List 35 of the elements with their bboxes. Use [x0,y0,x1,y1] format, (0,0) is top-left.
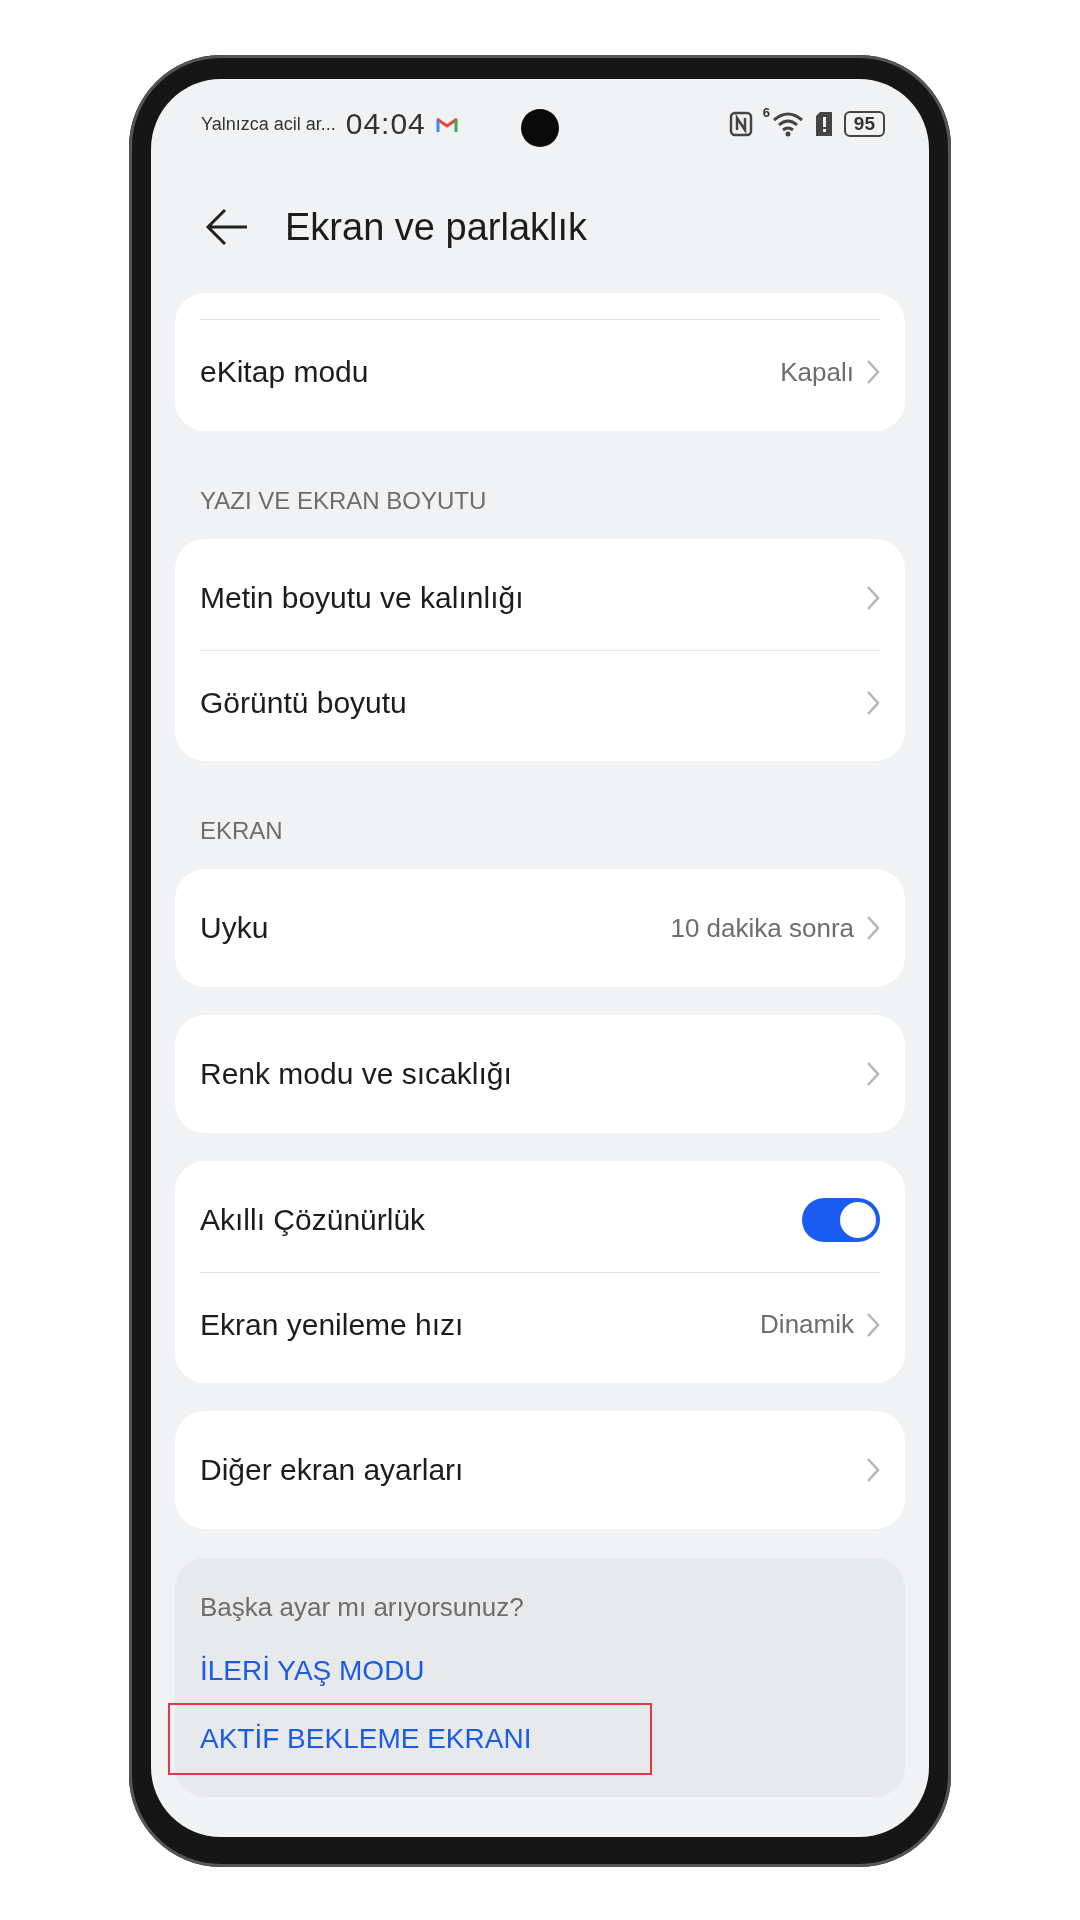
setting-label[interactable]: Diğer ekran ayarları [200,1453,464,1487]
chevron-right-icon [866,1311,880,1338]
back-button[interactable] [205,207,249,247]
status-time: 04:04 [345,107,426,141]
mail-icon [435,115,458,133]
section-header: YAZI VE EKRAN BOYUTU [199,486,488,516]
setting-value: 10 dakika sonra [670,912,854,944]
setting-value: Kapalı [780,356,854,388]
chevron-right-icon [866,359,880,385]
page-title: Ekran ve parlaklık [285,205,587,249]
setting-label[interactable]: Görüntü boyutu [200,685,407,720]
setting-label[interactable]: Ekran yenileme hızı [200,1307,464,1342]
camera-hole [521,109,559,147]
chevron-right-icon [866,1457,880,1483]
chevron-right-icon [866,915,880,941]
suggestion-link[interactable]: AKTİF BEKLEME EKRANI [170,1705,650,1773]
toggle-switch[interactable] [802,1198,880,1242]
chevron-right-icon [866,689,880,716]
battery-level: 95 [843,111,885,137]
setting-value: Dinamik [760,1309,854,1340]
setting-label[interactable]: Uyku [200,911,269,945]
suggestions-prompt: Başka ayar mı arıyorsunuz? [200,1592,525,1623]
chevron-right-icon [866,1061,880,1087]
section-header: EKRAN [199,816,284,846]
wifi-icon [771,111,804,137]
setting-label: Akıllı Çözünürlük [200,1203,426,1237]
nfc-icon [728,111,753,137]
setting-label[interactable]: Metin boyutu ve kalınlığı [200,581,524,615]
sim-alert-icon [813,111,834,137]
setting-label[interactable]: eKitap modu [200,355,369,389]
suggestion-link[interactable]: İLERİ YAŞ MODU [200,1637,880,1705]
network-type-label: 6 [762,105,770,120]
setting-label[interactable]: Renk modu ve sıcaklığı [200,1057,512,1091]
chevron-right-icon [866,585,880,611]
notification-text: Yalnızca acil ar... [201,113,336,135]
